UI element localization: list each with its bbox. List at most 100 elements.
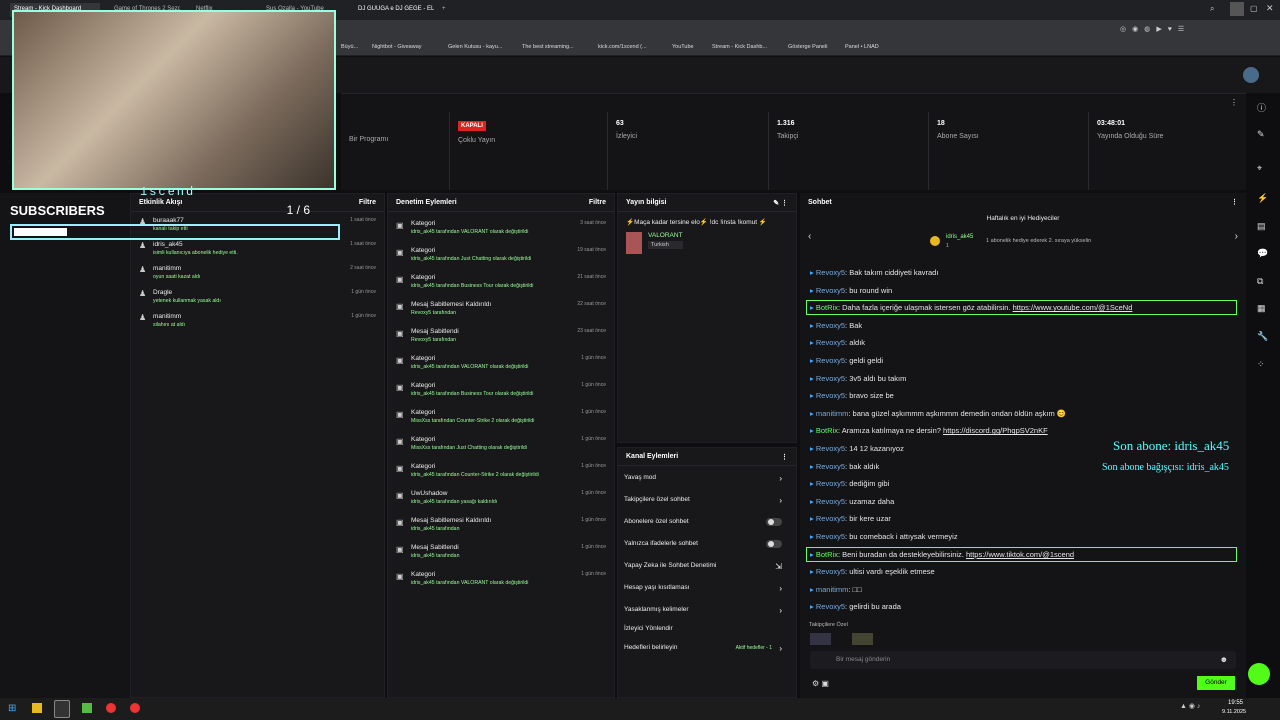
wrench-icon[interactable]: 🔧 <box>1257 331 1268 341</box>
moderation-item[interactable]: ▣ Kategori MissXss tarafından Counter-Stri… <box>388 409 614 424</box>
chat-link[interactable]: https://www.youtube.com/@1SceNd <box>1013 303 1133 312</box>
more-icon[interactable]: ⋮ <box>1231 198 1238 206</box>
toggle-switch[interactable] <box>766 518 782 526</box>
chevron-left-icon[interactable]: ‹ <box>808 231 811 242</box>
channel-action-item[interactable]: Abonelere özel sohbet <box>624 518 790 532</box>
chat-message[interactable]: ▸ Revoxy5: aldık <box>810 338 865 347</box>
activity-item[interactable]: ♟ manitimm oyun saati kazat aldı 2 saat önc… <box>131 265 384 280</box>
chat-username[interactable]: Revoxy5 <box>816 321 845 330</box>
chat-message[interactable]: ▸ Revoxy5: 3v5 aldı bu takım <box>810 374 906 383</box>
file-explorer-icon[interactable] <box>32 703 42 713</box>
bookmark[interactable]: Gösterge Paneli <box>788 44 827 50</box>
nodes-icon[interactable]: ⁘ <box>1257 359 1267 369</box>
activity-item[interactable]: ♟ idris_ak45 isimli kullanıcıya abonelik h… <box>131 241 384 256</box>
chevron-right-icon[interactable]: › <box>779 474 782 483</box>
channel-action-item[interactable]: İzleyici Yönlendir <box>624 625 790 639</box>
chat-username[interactable]: Revoxy5 <box>816 444 845 453</box>
extension-icons[interactable]: ◎◉◍▶♥☰ <box>1120 25 1190 33</box>
chat-username[interactable]: Revoxy5 <box>816 338 845 347</box>
filter-button[interactable]: Filtre <box>589 199 606 206</box>
link-icon[interactable]: ⧉ <box>1257 276 1267 286</box>
send-button[interactable]: Gönder <box>1197 676 1235 690</box>
moderation-item[interactable]: ▣ Mesaj Sabitlendi Revoxy5 tarafından 23 sa… <box>388 328 614 343</box>
channel-action-item[interactable]: Hedefleri belirleyin Aktif hedefler - 1 › <box>624 644 790 658</box>
chat-username[interactable]: Revoxy5 <box>816 286 845 295</box>
emoji-icon[interactable]: ☻ <box>1220 655 1228 664</box>
lightning-icon[interactable]: ⚡ <box>1257 193 1268 203</box>
chat-username[interactable]: Revoxy5 <box>816 532 845 541</box>
chat-username[interactable]: Revoxy5 <box>816 567 845 576</box>
chat-message[interactable]: ▸ BotRix: Aramıza katılmaya ne dersin? h… <box>810 426 1048 435</box>
moderation-item[interactable]: ▣ Mesaj Sabitlendi idris_ak45 tarafından 1 … <box>388 544 614 559</box>
moderation-item[interactable]: ▣ UwUshadow idris_ak45 tarafından yasağı k… <box>388 490 614 505</box>
target-icon[interactable]: ⌖ <box>1257 163 1267 173</box>
chat-message[interactable]: ▸ Revoxy5: bravo size be <box>810 391 894 400</box>
support-bubble-button[interactable] <box>1248 663 1270 685</box>
chat-username[interactable]: Revoxy5 <box>816 374 845 383</box>
chat-username[interactable]: manitimm <box>816 585 849 594</box>
toggle-switch[interactable] <box>766 540 782 548</box>
chat-link[interactable]: https://www.tiktok.com/@1scend <box>966 550 1074 559</box>
windows-start-icon[interactable]: ⊞ <box>8 703 16 714</box>
chat-message[interactable]: ▸ BotRix: Daha fazla içeriğe ulaşmak ist… <box>810 303 1132 312</box>
pencil-icon[interactable]: ✎ <box>1257 129 1267 139</box>
chat-username[interactable]: BotRix <box>816 303 838 312</box>
browser-app-icon[interactable] <box>106 703 116 713</box>
chat-message[interactable]: ▸ Revoxy5: Bak <box>810 321 862 330</box>
bookmark[interactable]: Stream - Kick Dashb... <box>712 44 767 50</box>
moderation-item[interactable]: ▣ Kategori idris_ak45 tarafından Counter-S… <box>388 463 614 478</box>
bookmark[interactable]: Nightbot - Giveaway <box>372 44 422 50</box>
chat-message[interactable]: ▸ manitimm: bana güzel aşkımmm aşkımmm d… <box>810 409 1066 418</box>
system-tray-icons[interactable]: ▲ ◉ ♪ <box>1180 702 1200 710</box>
channel-action-item[interactable]: Hesap yaşı kısıtlaması › <box>624 584 790 598</box>
avatar[interactable] <box>1243 67 1259 83</box>
activity-item[interactable]: ♟ manitimm silahını at aldı 1 gün önce <box>131 313 384 328</box>
category-name[interactable]: VALORANT <box>648 232 683 239</box>
chevron-right-icon[interactable]: › <box>779 584 782 593</box>
bookmark[interactable]: Panel • LNAD <box>845 44 879 50</box>
moderation-item[interactable]: ▣ Kategori idris_ak45 tarafından VALORANT … <box>388 355 614 370</box>
moderation-item[interactable]: ▣ Mesaj Sabitlemesi Kaldırıldı idris_ak45 … <box>388 517 614 532</box>
layout-icon[interactable]: ▦ <box>1257 303 1267 313</box>
clock-date[interactable]: 9.11.2025 <box>1222 709 1246 715</box>
chat-username[interactable]: Revoxy5 <box>816 391 845 400</box>
chat-message[interactable]: ▸ Revoxy5: bir kere uzar <box>810 514 891 523</box>
filter-button[interactable]: Filtre <box>359 199 376 206</box>
chat-message[interactable]: ▸ Revoxy5: gelirdi bu arada <box>810 602 901 611</box>
channel-action-item[interactable]: Yavaş mod › <box>624 474 790 488</box>
activity-item[interactable]: ♟ Dragle yetenek kullanmak yasak aldı 1 gün… <box>131 289 384 304</box>
chatter-avatars[interactable] <box>810 633 1230 645</box>
bookmark[interactable]: kick.com/1scend (... <box>598 44 647 50</box>
chat-message[interactable]: ▸ BotRix: Beni buradan da destekleyebili… <box>810 550 1074 559</box>
chat-input[interactable]: Bir mesaj gönderin ☻ <box>810 651 1236 669</box>
chevron-right-icon[interactable]: › <box>779 644 782 653</box>
minimize-button[interactable] <box>1230 2 1244 16</box>
chevron-right-icon[interactable]: › <box>779 606 782 615</box>
close-icon[interactable]: ✕ <box>1266 3 1274 14</box>
chat-username[interactable]: Revoxy5 <box>816 514 845 523</box>
chevron-right-icon[interactable]: › <box>1235 231 1238 242</box>
app-icon[interactable] <box>82 703 92 713</box>
search-icon[interactable]: ⌕ <box>1210 4 1214 14</box>
moderation-item[interactable]: ▣ Kategori idris_ak45 tarafından Business … <box>388 382 614 397</box>
more-icon[interactable]: ⋮ <box>1230 98 1238 107</box>
chat-message[interactable]: ▸ Revoxy5: geldi geldi <box>810 356 883 365</box>
edit-icon[interactable]: ✎ ⋮ <box>773 199 788 207</box>
chat-message[interactable]: ▸ Revoxy5: 14 12 kazanıyoz <box>810 444 904 453</box>
moderation-item[interactable]: ▣ Mesaj Sabitlemesi Kaldırıldı Revoxy5 tar… <box>388 301 614 316</box>
moderation-item[interactable]: ▣ Kategori MissXss tarafından Just Chattin… <box>388 436 614 451</box>
chat-username[interactable]: Revoxy5 <box>816 462 845 471</box>
chat-message[interactable]: ▸ Revoxy5: uzamaz daha <box>810 497 894 506</box>
chat-message[interactable]: ▸ Revoxy5: ultisi vardı eşeklik etmese <box>810 567 935 576</box>
chat-link[interactable]: https://discord.gg/PhqpSV2nKF <box>943 426 1048 435</box>
maximize-icon[interactable]: ▢ <box>1250 4 1258 13</box>
chat-message[interactable]: ▸ Revoxy5: bu comeback i attıysak vermey… <box>810 532 958 541</box>
external-icon[interactable]: ⇲ <box>775 562 782 571</box>
chat-username[interactable]: Revoxy5 <box>816 602 845 611</box>
bookmark[interactable]: Gelen Kutusu - kayu... <box>448 44 502 50</box>
chat-username[interactable]: Revoxy5 <box>816 268 845 277</box>
chat-settings-icon[interactable]: ⚙ ▣ <box>812 679 829 688</box>
moderation-item[interactable]: ▣ Kategori idris_ak45 tarafından VALORANT … <box>388 220 614 235</box>
chat-username[interactable]: BotRix <box>816 550 838 559</box>
chat-message[interactable]: ▸ Revoxy5: dediğim gibi <box>810 479 889 488</box>
